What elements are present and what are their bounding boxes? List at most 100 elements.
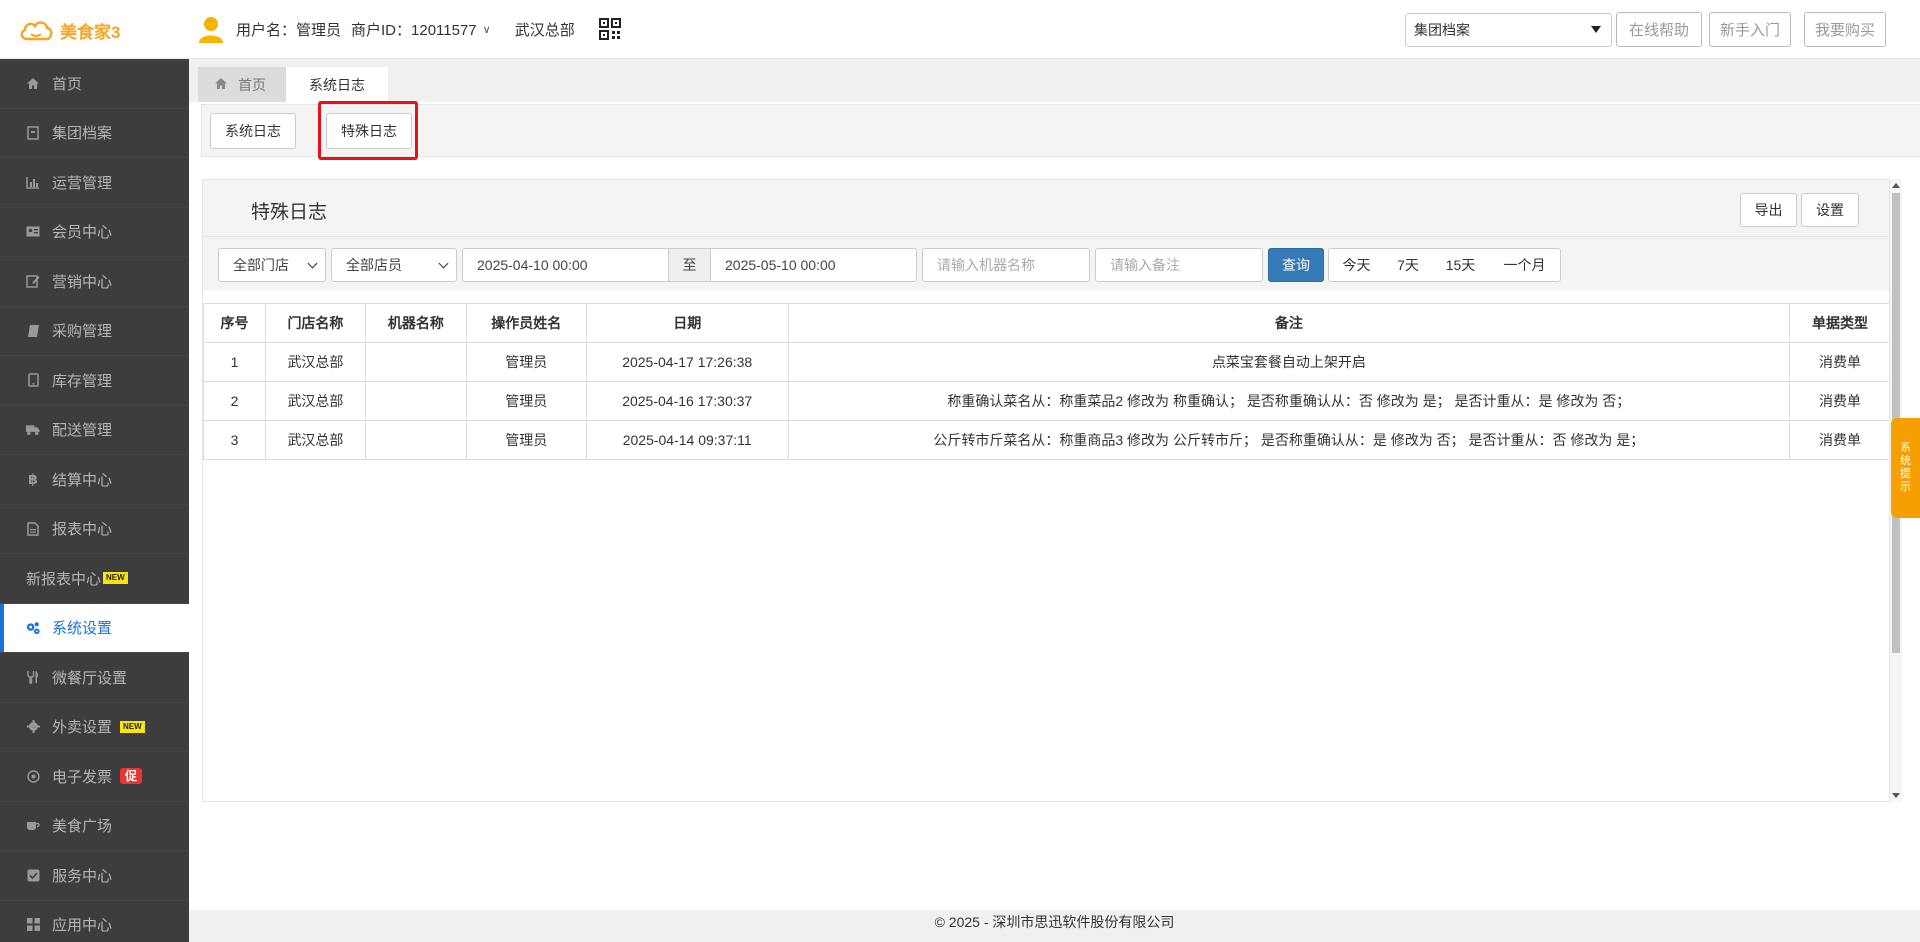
sidebar-item-food-court[interactable]: 美食广场 bbox=[0, 802, 189, 851]
date-to-value: 2025-05-10 00:00 bbox=[725, 257, 836, 273]
cell-remark: 公斤转市斤菜名从：称重商品3 修改为 公斤转市斤； 是否称重确认从：是 修改为 … bbox=[787, 420, 1791, 460]
top-header: 美食家3 用户名：管理员 商户ID：12011577 ∨ 武汉总部 集团档案 在… bbox=[0, 0, 1920, 59]
promo-badge: 促 bbox=[120, 768, 143, 785]
sidebar-item-operations[interactable]: 运营管理 bbox=[0, 158, 189, 208]
sidebar-item-home[interactable]: 首页 bbox=[0, 59, 189, 109]
sidebar: 首页 集团档案 运营管理 会员中心 营销中心 采购管理 库存管理 配送管理 ฿ … bbox=[0, 59, 189, 942]
buy-button[interactable]: 我要购买 bbox=[1804, 12, 1886, 47]
cell-machine bbox=[364, 381, 467, 421]
col-remark[interactable]: 备注 bbox=[787, 303, 1791, 343]
cell-store: 武汉总部 bbox=[264, 342, 366, 382]
tip-char: 示 bbox=[1900, 481, 1911, 493]
store-name: 武汉总部 bbox=[514, 21, 575, 39]
scroll-up-arrow-icon[interactable] bbox=[1892, 183, 1900, 188]
sidebar-item-micro-restaurant[interactable]: 微餐厅设置 bbox=[0, 653, 189, 703]
footer: © 2025 - 深圳市思迅软件股份有限公司 bbox=[189, 910, 1920, 942]
file-icon bbox=[26, 522, 40, 536]
staff-select[interactable]: 全部店员 bbox=[331, 248, 457, 282]
sidebar-item-label: 运营管理 bbox=[52, 174, 113, 192]
grid-icon bbox=[26, 918, 40, 932]
col-doc-type[interactable]: 单据类型 bbox=[1789, 303, 1889, 343]
sidebar-item-service-center[interactable]: 服务中心 bbox=[0, 851, 189, 901]
copyright-text: © 2025 - 深圳市思迅软件股份有限公司 bbox=[934, 914, 1175, 930]
sidebar-item-member-center[interactable]: 会员中心 bbox=[0, 208, 189, 257]
chevron-down-icon[interactable]: ∨ bbox=[483, 23, 491, 36]
username-label: 用户名：管理员 bbox=[236, 21, 342, 39]
system-log-button[interactable]: 系统日志 bbox=[210, 113, 296, 149]
tab-system-log[interactable]: 系统日志 bbox=[286, 67, 388, 102]
sidebar-item-e-invoice[interactable]: 电子发票 促 bbox=[0, 752, 189, 802]
system-tip-tab[interactable]: 系 统 提 示 bbox=[1891, 418, 1920, 518]
bar-chart-icon bbox=[26, 175, 40, 189]
date-to-input[interactable]: 2025-05-10 00:00 bbox=[710, 248, 917, 282]
merchant-id[interactable]: 商户ID：12011577 bbox=[351, 19, 477, 40]
sidebar-item-takeaway[interactable]: 外卖设置 NEW bbox=[0, 703, 189, 752]
col-index[interactable]: 序号 bbox=[203, 303, 266, 343]
filter-bar: 全部门店 全部店员 2025-04-10 00:00 至 2025-05-10 … bbox=[203, 236, 1889, 290]
sidebar-item-reports[interactable]: 报表中心 bbox=[0, 505, 189, 554]
store-select[interactable]: 全部门店 bbox=[218, 248, 326, 282]
sidebar-item-purchasing[interactable]: 采购管理 bbox=[0, 307, 189, 356]
special-log-table: 序号 门店名称 机器名称 操作员姓名 日期 备注 单据类型 1 武汉总部 管理员… bbox=[203, 303, 1889, 460]
logo[interactable]: 美食家3 bbox=[18, 16, 120, 44]
cell-operator: 管理员 bbox=[465, 342, 587, 382]
cell-index: 2 bbox=[203, 381, 266, 421]
scroll-down-arrow-icon[interactable] bbox=[1892, 793, 1900, 798]
col-machine[interactable]: 机器名称 bbox=[364, 303, 467, 343]
cell-date: 2025-04-16 17:30:37 bbox=[585, 381, 789, 421]
cell-machine bbox=[364, 420, 467, 460]
table-row[interactable]: 2 武汉总部 管理员 2025-04-16 17:30:37 称重确认菜名从：称… bbox=[203, 381, 1889, 421]
store-select-value: 全部门店 bbox=[233, 257, 289, 273]
range-15days-button[interactable]: 15天 bbox=[1432, 248, 1490, 282]
qrcode-icon[interactable] bbox=[598, 18, 621, 40]
sidebar-item-label: 新报表中心 bbox=[26, 570, 102, 588]
newbie-guide-button[interactable]: 新手入门 bbox=[1709, 12, 1791, 47]
col-store[interactable]: 门店名称 bbox=[264, 303, 366, 343]
sidebar-item-system-settings[interactable]: 系统设置 bbox=[0, 603, 189, 653]
group-select-value: 集团档案 bbox=[1414, 22, 1470, 38]
bitcoin-icon: ฿ bbox=[28, 470, 38, 487]
online-help-button[interactable]: 在线帮助 bbox=[1616, 12, 1702, 47]
new-badge: NEW bbox=[120, 720, 145, 733]
settings-button[interactable]: 设置 bbox=[1801, 193, 1859, 227]
export-button[interactable]: 导出 bbox=[1740, 193, 1797, 227]
sidebar-item-app-center[interactable]: 应用中心 bbox=[0, 901, 189, 942]
cell-doc-type: 消费单 bbox=[1789, 381, 1889, 421]
sidebar-item-inventory[interactable]: 库存管理 bbox=[0, 356, 189, 406]
cell-date: 2025-04-17 17:26:38 bbox=[585, 342, 789, 382]
tip-char: 提 bbox=[1900, 468, 1911, 480]
query-button[interactable]: 查询 bbox=[1268, 248, 1324, 282]
sidebar-item-label: 会员中心 bbox=[52, 224, 113, 242]
range-today-button[interactable]: 今天 bbox=[1328, 248, 1385, 282]
sidebar-item-delivery[interactable]: 配送管理 bbox=[0, 406, 189, 455]
group-archive-select[interactable]: 集团档案 bbox=[1405, 13, 1612, 47]
machine-name-input[interactable]: 请输入机器名称 bbox=[922, 248, 1090, 282]
sidebar-item-label: 系统设置 bbox=[52, 620, 113, 638]
date-from-input[interactable]: 2025-04-10 00:00 bbox=[462, 248, 669, 282]
table-row[interactable]: 3 武汉总部 管理员 2025-04-14 09:37:11 公斤转市斤菜名从：… bbox=[203, 420, 1889, 460]
tab-home[interactable]: 首页 bbox=[198, 67, 286, 102]
home-icon bbox=[214, 77, 228, 93]
table-row[interactable]: 1 武汉总部 管理员 2025-04-17 17:26:38 点菜宝套餐自动上架… bbox=[203, 342, 1889, 382]
cell-index: 3 bbox=[203, 420, 266, 460]
sidebar-item-new-reports[interactable]: 新报表中心 NEW bbox=[0, 554, 189, 604]
special-log-button[interactable]: 特殊日志 bbox=[326, 113, 412, 149]
remark-placeholder: 请输入备注 bbox=[1110, 257, 1180, 273]
sidebar-item-label: 结算中心 bbox=[52, 471, 113, 489]
user-avatar-icon bbox=[199, 17, 223, 43]
sidebar-item-marketing[interactable]: 营销中心 bbox=[0, 257, 189, 307]
special-log-panel: 特殊日志 导出 设置 全部门店 全部店员 2025-04-10 00:00 至 … bbox=[202, 179, 1890, 802]
col-date[interactable]: 日期 bbox=[585, 303, 789, 343]
sidebar-item-label: 库存管理 bbox=[52, 372, 113, 390]
sidebar-item-label: 营销中心 bbox=[52, 273, 113, 291]
col-operator[interactable]: 操作员姓名 bbox=[465, 303, 587, 343]
range-7days-button[interactable]: 7天 bbox=[1384, 248, 1433, 282]
staff-select-value: 全部店员 bbox=[346, 257, 402, 273]
sidebar-item-settlement[interactable]: ฿ 结算中心 bbox=[0, 455, 189, 505]
cell-store: 武汉总部 bbox=[264, 420, 366, 460]
range-month-button[interactable]: 一个月 bbox=[1489, 248, 1561, 282]
sidebar-item-group-archive[interactable]: 集团档案 bbox=[0, 109, 189, 158]
new-badge: NEW bbox=[103, 572, 128, 585]
check-square-icon bbox=[26, 868, 40, 882]
remark-input[interactable]: 请输入备注 bbox=[1095, 248, 1263, 282]
